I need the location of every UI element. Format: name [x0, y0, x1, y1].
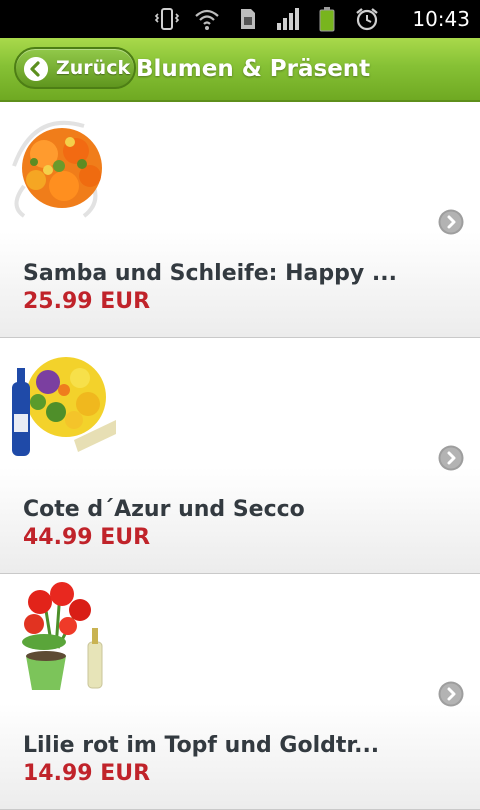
product-name: Cote d´Azur und Secco	[23, 497, 305, 522]
chevron-right-icon[interactable]	[438, 209, 464, 235]
sim-icon	[241, 9, 255, 29]
page-title: Blumen & Präsent	[136, 56, 371, 82]
list-item[interactable]: Samba und Schleife: Happy ... 25.99 EUR	[0, 102, 480, 338]
product-price: 25.99 EUR	[23, 289, 151, 314]
product-price: 14.99 EUR	[23, 761, 151, 786]
product-image	[4, 578, 118, 698]
list-item[interactable]: Cote d´Azur und Secco 44.99 EUR	[0, 338, 480, 574]
chevron-right-icon[interactable]	[438, 445, 464, 471]
status-time: 10:43	[412, 7, 470, 31]
product-name: Samba und Schleife: Happy ...	[23, 261, 397, 286]
product-list: Samba und Schleife: Happy ... 25.99 EUR …	[0, 102, 480, 810]
product-image	[4, 342, 118, 462]
chevron-left-icon	[24, 57, 48, 81]
signal-icon	[277, 8, 299, 30]
back-button-label: Zurück	[56, 57, 131, 79]
list-item[interactable]: Lilie rot im Topf und Goldtr... 14.99 EU…	[0, 574, 480, 810]
alarm-icon	[356, 8, 378, 31]
wifi-icon	[195, 9, 219, 30]
battery-icon	[319, 7, 335, 32]
product-price: 44.99 EUR	[23, 525, 151, 550]
back-button[interactable]: Zurück	[14, 47, 136, 89]
product-image	[4, 106, 118, 226]
chevron-right-icon[interactable]	[438, 681, 464, 707]
product-name: Lilie rot im Topf und Goldtr...	[23, 733, 380, 758]
status-bar: 10:43	[0, 0, 480, 38]
vibrate-icon	[154, 8, 180, 30]
app-header: Zurück Blumen & Präsent	[0, 38, 480, 102]
